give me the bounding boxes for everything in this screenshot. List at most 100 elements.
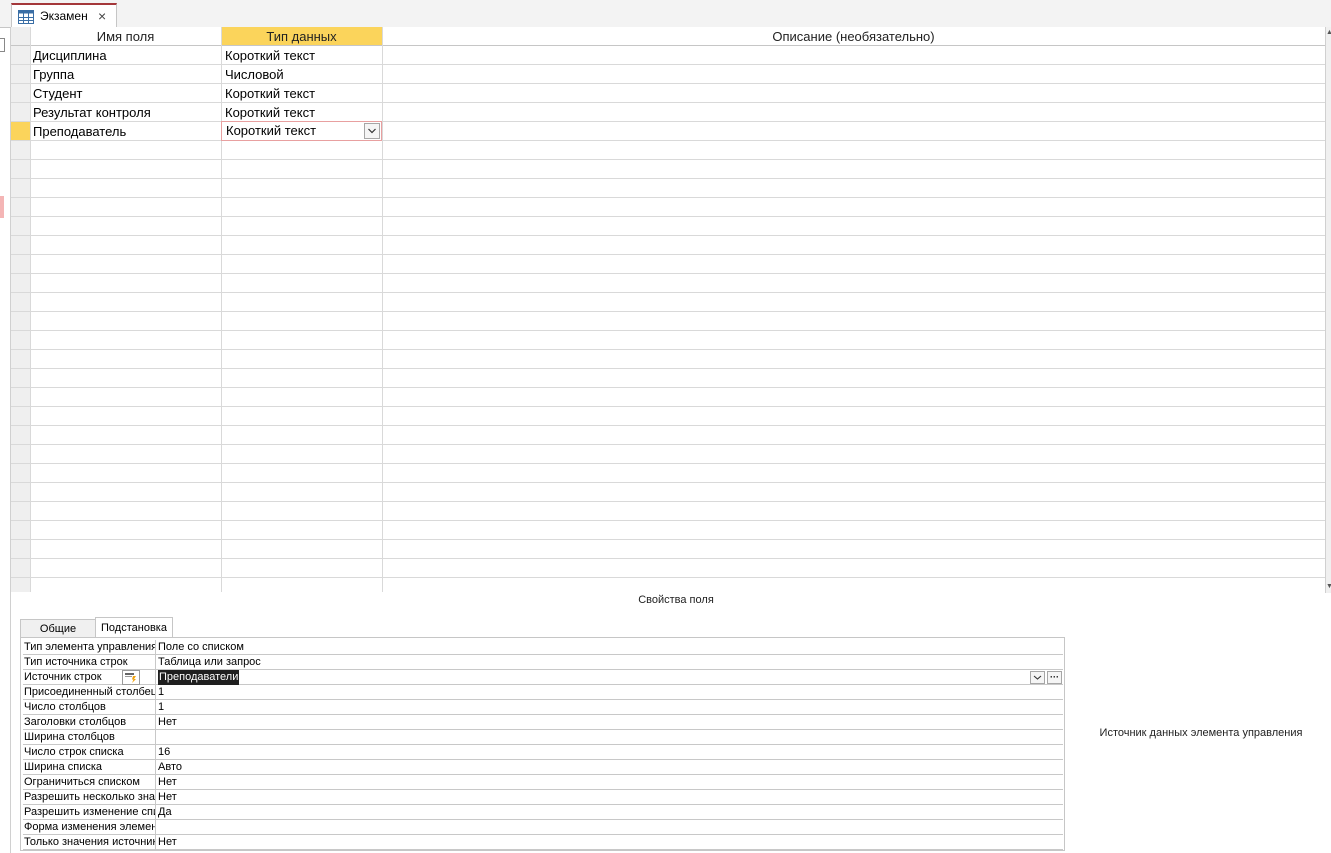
property-value[interactable]: Нет — [158, 715, 177, 730]
close-icon[interactable]: × — [98, 8, 106, 24]
property-row[interactable]: Число строк списка 16 — [23, 745, 1063, 760]
row-selector[interactable] — [11, 369, 30, 388]
property-value[interactable]: 16 — [158, 745, 170, 760]
property-value[interactable]: Нет — [158, 775, 177, 790]
row-selector[interactable] — [11, 578, 30, 592]
property-label: Ограничиться списком — [24, 776, 140, 788]
property-label: Тип источника строк — [24, 656, 128, 668]
row-selector[interactable] — [11, 160, 30, 179]
row-2-data-type[interactable]: Числовой — [222, 65, 284, 84]
property-label: Число строк списка — [24, 746, 124, 758]
row-selector[interactable] — [11, 141, 30, 160]
row-selector[interactable] — [11, 274, 30, 293]
row-selector[interactable] — [11, 445, 30, 464]
build-icon[interactable]: ··· — [1047, 671, 1062, 684]
tab-general[interactable]: Общие — [20, 619, 96, 638]
property-label: Форма изменения элементов списка — [24, 821, 155, 833]
row-selector[interactable] — [11, 540, 30, 559]
document-tab-exam[interactable]: Экзамен × — [11, 3, 117, 28]
row-selector[interactable] — [11, 559, 30, 578]
property-value[interactable]: Нет — [158, 835, 177, 850]
row-selector[interactable] — [11, 521, 30, 540]
property-value[interactable]: Поле со списком — [158, 640, 244, 655]
property-value[interactable]: 1 — [158, 700, 164, 715]
property-row[interactable]: Ширина списка Авто — [23, 760, 1063, 775]
property-label: Ширина списка — [24, 761, 103, 773]
property-row[interactable]: Заголовки столбцов Нет — [23, 715, 1063, 730]
row-1-field-name[interactable]: Дисциплина — [30, 46, 107, 65]
grid-column-divider — [30, 27, 31, 592]
scroll-up-icon[interactable]: ▲ — [1326, 29, 1331, 37]
property-row[interactable]: Форма изменения элементов списка — [23, 820, 1063, 835]
row-selector[interactable] — [11, 331, 30, 350]
row-selector[interactable] — [11, 179, 30, 198]
grid-row-divider — [30, 482, 1325, 483]
row-3-field-name[interactable]: Студент — [30, 84, 83, 103]
property-row[interactable]: Присоединенный столбец 1 — [23, 685, 1063, 700]
grid-row-divider — [30, 406, 1325, 407]
property-label: Ширина столбцов — [24, 731, 115, 743]
property-row[interactable]: Число столбцов 1 — [23, 700, 1063, 715]
row-selector[interactable] — [11, 198, 30, 217]
grid-row-divider — [30, 235, 1325, 236]
property-row[interactable]: Разрешить несколько значенийНет — [23, 790, 1063, 805]
row-selector[interactable] — [11, 217, 30, 236]
row-selector[interactable] — [11, 236, 30, 255]
row-selector[interactable] — [11, 350, 30, 369]
row-selector[interactable] — [11, 483, 30, 502]
row-selector[interactable] — [11, 293, 30, 312]
property-column-divider — [155, 790, 156, 805]
property-value[interactable]: 1 — [158, 685, 164, 700]
row-4-field-name[interactable]: Результат контроля — [30, 103, 151, 122]
row-selector[interactable] — [11, 255, 30, 274]
property-column-divider — [155, 730, 156, 745]
chevron-down-icon[interactable] — [1030, 671, 1045, 684]
row-selector[interactable] — [11, 312, 30, 331]
row-selector[interactable] — [11, 426, 30, 445]
row-selector[interactable] — [11, 464, 30, 483]
row-3-data-type[interactable]: Короткий текст — [222, 84, 315, 103]
row-selector[interactable] — [11, 407, 30, 426]
property-column-divider — [155, 700, 156, 715]
scroll-down-icon[interactable]: ▼ — [1326, 583, 1331, 591]
builder-wizard-icon[interactable] — [122, 670, 140, 685]
row-selector[interactable] — [11, 65, 30, 84]
row-5-field-name[interactable]: Преподаватель — [30, 122, 126, 141]
grid-row-divider — [30, 178, 1325, 179]
row-selector[interactable] — [11, 103, 30, 122]
property-value[interactable]: Да — [158, 805, 172, 820]
grid-row-divider — [30, 83, 1325, 84]
property-value[interactable]: Таблица или запрос — [158, 655, 261, 670]
property-value[interactable]: Нет — [158, 790, 177, 805]
property-row[interactable]: Тип источника строк Таблица или запрос — [23, 655, 1063, 670]
property-label: Тип элемента управления — [24, 641, 155, 653]
property-column-divider — [155, 685, 156, 700]
property-row[interactable]: Разрешить изменение списка значенийДа — [23, 805, 1063, 820]
chevron-down-icon[interactable] — [364, 123, 380, 139]
property-column-divider — [155, 835, 156, 850]
property-row[interactable]: Ширина столбцов — [23, 730, 1063, 745]
row-selector[interactable] — [11, 502, 30, 521]
property-row[interactable]: Ограничиться списком Нет — [23, 775, 1063, 790]
grid-vertical-scrollbar[interactable]: ▲ ▼ — [1325, 27, 1331, 593]
select-all-corner[interactable] — [11, 27, 30, 46]
tab-lookup[interactable]: Подстановка — [95, 617, 173, 639]
property-value[interactable]: Преподаватели — [158, 670, 240, 685]
property-row[interactable]: Источник строк Преподаватели ··· — [23, 670, 1063, 685]
row-selector[interactable] — [11, 46, 30, 65]
grid-row-divider — [30, 216, 1325, 217]
row-4-data-type[interactable]: Короткий текст — [222, 103, 315, 122]
property-value[interactable]: Авто — [158, 760, 182, 775]
row-selector[interactable] — [11, 122, 30, 141]
grid-row-divider — [30, 539, 1325, 540]
property-label: Разрешить изменение списка значений — [24, 806, 155, 818]
row-selector[interactable] — [11, 388, 30, 407]
row-2-field-name[interactable]: Группа — [30, 65, 74, 84]
pane-collapse-marker[interactable] — [0, 38, 5, 52]
row-1-data-type[interactable]: Короткий текст — [222, 46, 315, 65]
data-type-combobox[interactable]: Короткий текст — [221, 121, 382, 141]
property-row[interactable]: Только значения источника строкНет — [23, 835, 1063, 850]
property-row[interactable]: Тип элемента управления Поле со списком — [23, 640, 1063, 655]
row-selector[interactable] — [11, 84, 30, 103]
header-description: Описание (необязательно) — [382, 27, 1325, 46]
